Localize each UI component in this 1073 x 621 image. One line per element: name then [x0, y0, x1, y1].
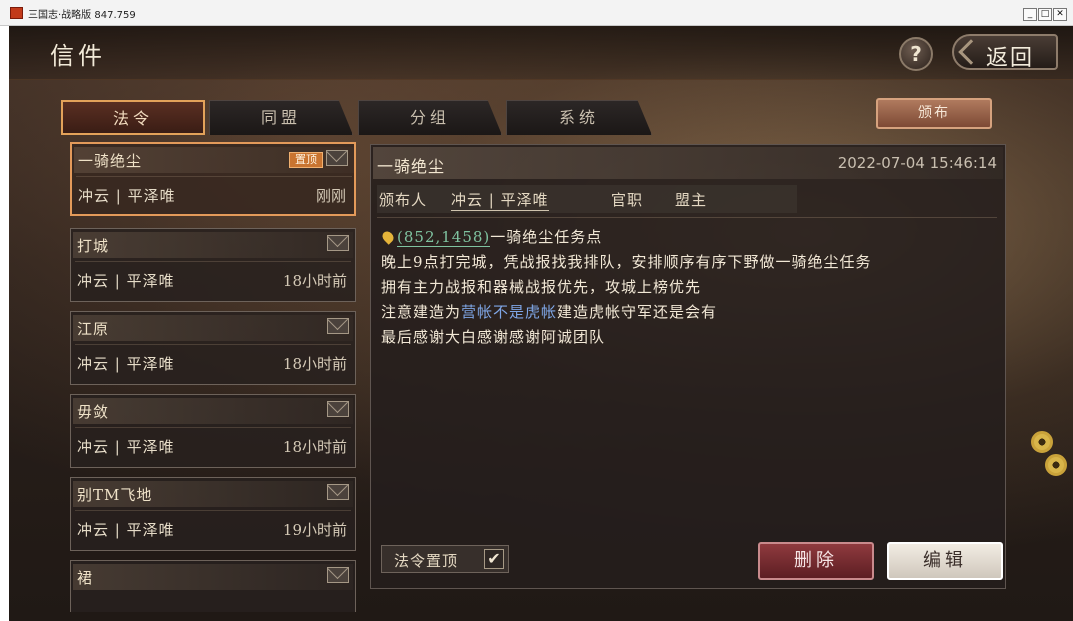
- mail-list: 一骑绝尘 置顶 冲云 | 平泽唯 刚刚 打城 冲云 | 平泽唯 18小时前 江原…: [68, 142, 360, 612]
- mail-subject: 裙: [77, 569, 94, 587]
- mail-subject: 别TM飞地: [77, 486, 153, 504]
- mail-time: 18小时前: [282, 272, 347, 290]
- pin-decree-toggle[interactable]: 法令置顶 ✔: [381, 545, 509, 573]
- window-controls: _ □ ✕: [1023, 8, 1067, 21]
- body-line: 最后感谢大白感谢感谢阿诚团队: [381, 328, 606, 346]
- mail-time: 刚刚: [315, 187, 346, 205]
- mail-sender: 冲云 | 平泽唯: [78, 187, 176, 205]
- minimize-button[interactable]: _: [1023, 8, 1037, 21]
- mail-sender: 冲云 | 平泽唯: [77, 272, 175, 290]
- edit-button[interactable]: 编辑: [887, 542, 1003, 580]
- publisher-label: 颁布人: [379, 191, 428, 209]
- maximize-button[interactable]: □: [1038, 8, 1052, 21]
- window-title: 三国志·战略版 847.759: [28, 10, 136, 21]
- envelope-icon: [327, 318, 349, 334]
- body-text: 注意建造为: [381, 303, 462, 321]
- publish-button[interactable]: 颁布: [876, 98, 992, 129]
- checkbox-icon[interactable]: ✔: [484, 549, 504, 569]
- highlighted-text: 营帐不是虎帐: [461, 303, 558, 321]
- tab-alliance[interactable]: 同盟: [209, 100, 353, 135]
- tab-system[interactable]: 系统: [506, 100, 652, 135]
- mail-list-item[interactable]: 江原 冲云 | 平泽唯 18小时前: [70, 311, 356, 385]
- item-header: [73, 315, 353, 341]
- divider: [75, 344, 351, 345]
- body-line: 拥有主力战报和器械战报优先，攻城上榜优先: [381, 278, 702, 296]
- item-header: [73, 398, 353, 424]
- tab-decree[interactable]: 法令: [61, 100, 205, 135]
- coordinate-link[interactable]: (852,1458): [397, 228, 491, 247]
- body-text: 一骑绝尘任务点: [490, 228, 603, 246]
- window-titlebar: 三国志·战略版 847.759 _ □ ✕: [0, 0, 1073, 26]
- pin-toggle-label: 法令置顶: [394, 552, 459, 570]
- mail-time: 19小时前: [282, 521, 347, 539]
- window-frame: [0, 26, 9, 621]
- detail-datetime: 2022-07-04 15:46:14: [837, 154, 997, 172]
- position-label: 官职: [611, 191, 644, 209]
- body-line: 注意建造为营帐不是虎帐建造虎帐守军还是会有: [381, 300, 997, 325]
- help-button[interactable]: ?: [899, 37, 933, 71]
- mail-time: 18小时前: [282, 355, 347, 373]
- mail-list-item[interactable]: 打城 冲云 | 平泽唯 18小时前: [70, 228, 356, 302]
- mail-sender: 冲云 | 平泽唯: [77, 355, 175, 373]
- divider: [76, 176, 352, 177]
- page-title: 信件: [50, 42, 106, 70]
- envelope-icon: [327, 484, 349, 500]
- envelope-icon: [327, 235, 349, 251]
- pinned-badge: 置顶: [289, 152, 323, 168]
- envelope-icon: [327, 567, 349, 583]
- mail-subject: 江原: [77, 320, 110, 338]
- delete-button[interactable]: 删除: [758, 542, 874, 580]
- envelope-icon: [327, 401, 349, 417]
- mail-list-item[interactable]: 裙: [70, 560, 356, 612]
- mail-list-item[interactable]: 别TM飞地 冲云 | 平泽唯 19小时前: [70, 477, 356, 551]
- app-icon: [10, 7, 23, 19]
- detail-subject: 一骑绝尘: [377, 157, 446, 176]
- game-screen: 信件 ? 返回 法令 同盟 分组 系统 颁布 一骑绝尘 置顶 冲云 | 平泽唯 …: [9, 26, 1073, 621]
- back-arrow-icon: [958, 39, 984, 65]
- mail-sender: 冲云 | 平泽唯: [77, 438, 175, 456]
- body-line: 晚上9点打完城，凭战报找我排队，安排顺序有序下野做一骑绝尘任务: [381, 253, 872, 271]
- mail-subject: 打城: [77, 237, 110, 255]
- mail-list-item[interactable]: 一骑绝尘 置顶 冲云 | 平泽唯 刚刚: [70, 142, 356, 216]
- item-header: [73, 232, 353, 258]
- divider: [75, 261, 351, 262]
- body-line: (852,1458)一骑绝尘任务点: [380, 225, 997, 250]
- back-label: 返回: [986, 46, 1035, 71]
- divider: [75, 427, 351, 428]
- back-button[interactable]: 返回: [952, 34, 1058, 71]
- mail-time: 18小时前: [282, 438, 347, 456]
- coin-decoration: [1045, 454, 1067, 476]
- position-value: 盟主: [675, 191, 708, 209]
- body-text: 建造虎帐守军还是会有: [557, 303, 718, 321]
- item-header: [73, 564, 353, 590]
- mail-sender: 冲云 | 平泽唯: [77, 521, 175, 539]
- close-button[interactable]: ✕: [1053, 8, 1067, 21]
- divider: [377, 217, 997, 218]
- publisher-value[interactable]: 冲云 | 平泽唯: [451, 189, 549, 211]
- detail-meta: 颁布人 冲云 | 平泽唯 官职 盟主: [377, 185, 797, 213]
- envelope-icon: [326, 150, 348, 166]
- mail-detail-panel: 一骑绝尘 2022-07-04 15:46:14 颁布人 冲云 | 平泽唯 官职…: [370, 144, 1006, 589]
- divider: [75, 510, 351, 511]
- detail-body: (852,1458)一骑绝尘任务点 晚上9点打完城，凭战报找我排队，安排顺序有序…: [380, 225, 997, 350]
- mail-list-item[interactable]: 毋敛 冲云 | 平泽唯 18小时前: [70, 394, 356, 468]
- coin-decoration: [1031, 431, 1053, 453]
- location-pin-icon: [380, 229, 396, 245]
- mail-subject: 一骑绝尘: [78, 152, 143, 170]
- tab-group[interactable]: 分组: [358, 100, 502, 135]
- mail-subject: 毋敛: [77, 403, 110, 421]
